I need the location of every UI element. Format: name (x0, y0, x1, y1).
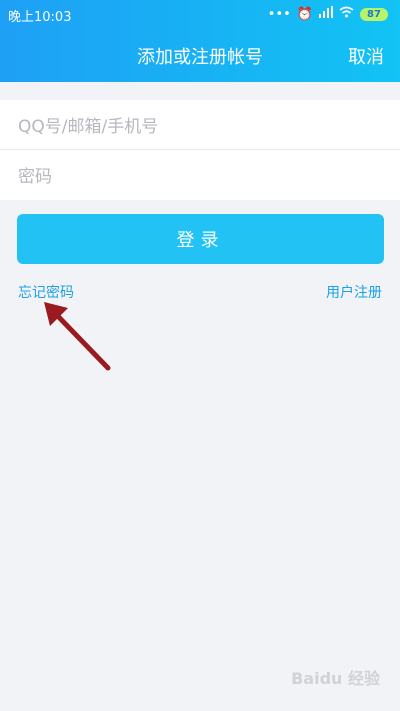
signal-icon (319, 6, 333, 22)
alarm-icon: ⏰ (296, 6, 313, 22)
register-link[interactable]: 用户注册 (326, 282, 382, 302)
cancel-button[interactable]: 取消 (348, 43, 384, 69)
baidu-watermark: Baidu 经验 (291, 669, 380, 688)
status-time: 晚上10:03 (8, 10, 72, 25)
more-dots-icon: ••• (267, 6, 291, 22)
red-arrow-annotation (44, 302, 111, 371)
login-form: QQ号/邮箱/手机号 密码 (0, 100, 400, 200)
login-button[interactable]: 登录 (17, 214, 384, 264)
app-header: 晚上10:03 ••• ⏰ 87 添加或注册帐号 取消 (0, 0, 400, 82)
wifi-icon (339, 6, 354, 22)
status-icons: ••• ⏰ 87 (268, 6, 388, 22)
password-input[interactable]: 密码 (0, 150, 400, 199)
status-bar: 晚上10:03 ••• ⏰ 87 (0, 0, 400, 28)
battery-icon: 87 (360, 7, 388, 21)
page-title: 添加或注册帐号 (137, 47, 263, 68)
account-input[interactable]: QQ号/邮箱/手机号 (0, 100, 400, 149)
